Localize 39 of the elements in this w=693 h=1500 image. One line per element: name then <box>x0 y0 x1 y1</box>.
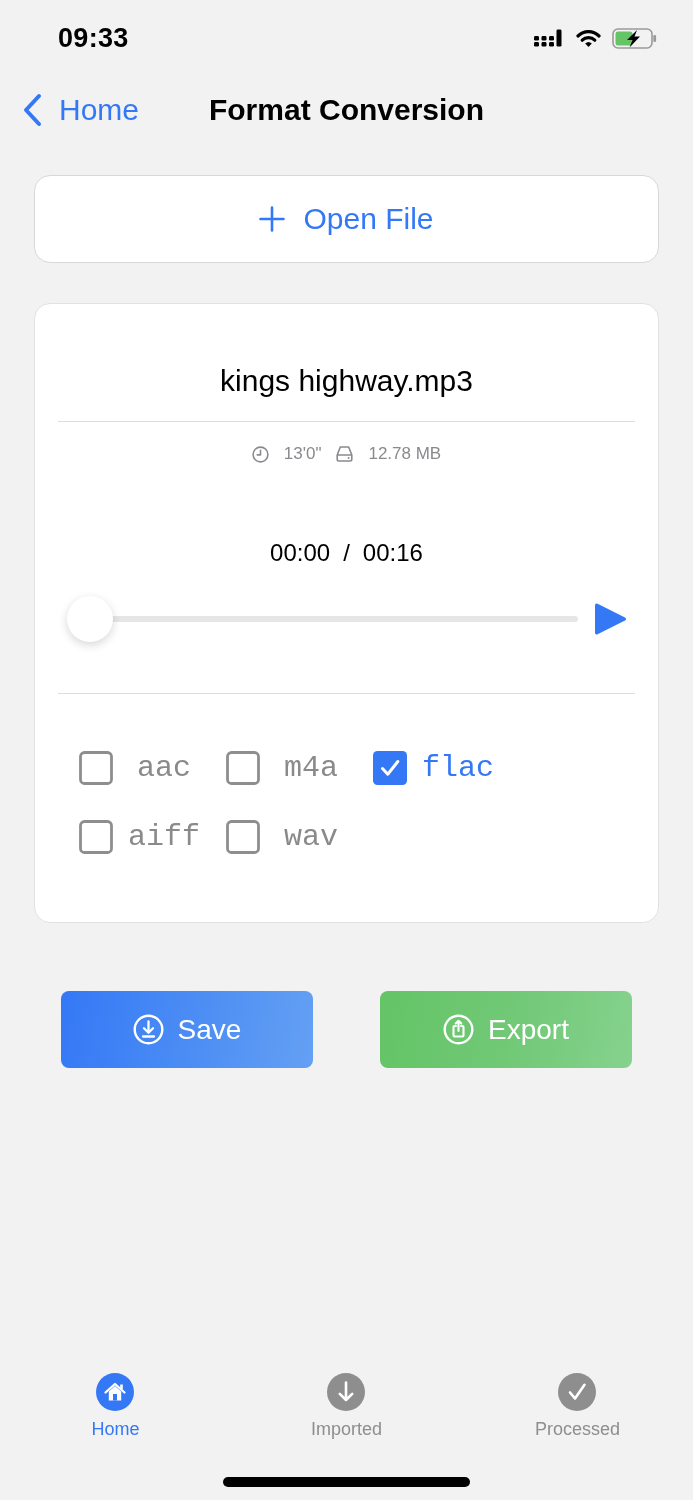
checkmark-icon <box>558 1373 597 1411</box>
plus-icon <box>259 206 286 232</box>
tab-bar-item[interactable]: Home <box>91 1373 140 1440</box>
open-file-button[interactable]: Open File <box>34 175 659 263</box>
house-icon <box>96 1373 135 1411</box>
export-button[interactable]: Export <box>380 991 632 1068</box>
battery-icon <box>612 27 657 49</box>
checkbox[interactable] <box>373 751 407 785</box>
share-icon <box>443 1014 475 1045</box>
status-time: 09:33 <box>58 22 129 54</box>
time-separator: / <box>343 539 350 567</box>
save-button[interactable]: Save <box>61 991 313 1068</box>
file-name: kings highway.mp3 <box>220 363 473 399</box>
tab-bar-item[interactable]: Imported <box>310 1373 382 1440</box>
format-label: aac <box>137 751 191 785</box>
file-size-text: 12.78 MB <box>368 444 442 464</box>
checkbox[interactable] <box>226 820 260 854</box>
checkbox[interactable] <box>79 820 113 854</box>
format-label: flac <box>422 751 494 785</box>
clock-icon <box>251 445 269 463</box>
play-icon[interactable] <box>593 602 627 636</box>
chevron-left-icon <box>22 93 42 127</box>
wifi-icon <box>576 28 601 48</box>
signal-icon <box>534 29 562 47</box>
format-label: m4a <box>284 751 338 785</box>
total-time: 00:16 <box>362 539 423 567</box>
duration-text: 13'0" <box>283 444 322 464</box>
slider-thumb[interactable] <box>67 596 113 642</box>
checkbox[interactable] <box>226 751 260 785</box>
format-label: wav <box>284 820 338 854</box>
page-title: Format Conversion <box>208 92 484 128</box>
elapsed-time: 00:00 <box>270 539 331 567</box>
tab-bar-item[interactable]: Processed <box>534 1373 620 1440</box>
back-button[interactable]: Home <box>22 92 140 128</box>
download-icon <box>132 1014 164 1045</box>
arrow-down-icon <box>327 1373 366 1411</box>
checkbox[interactable] <box>79 751 113 785</box>
drive-icon <box>336 446 354 462</box>
format-label: aiff <box>128 820 200 854</box>
